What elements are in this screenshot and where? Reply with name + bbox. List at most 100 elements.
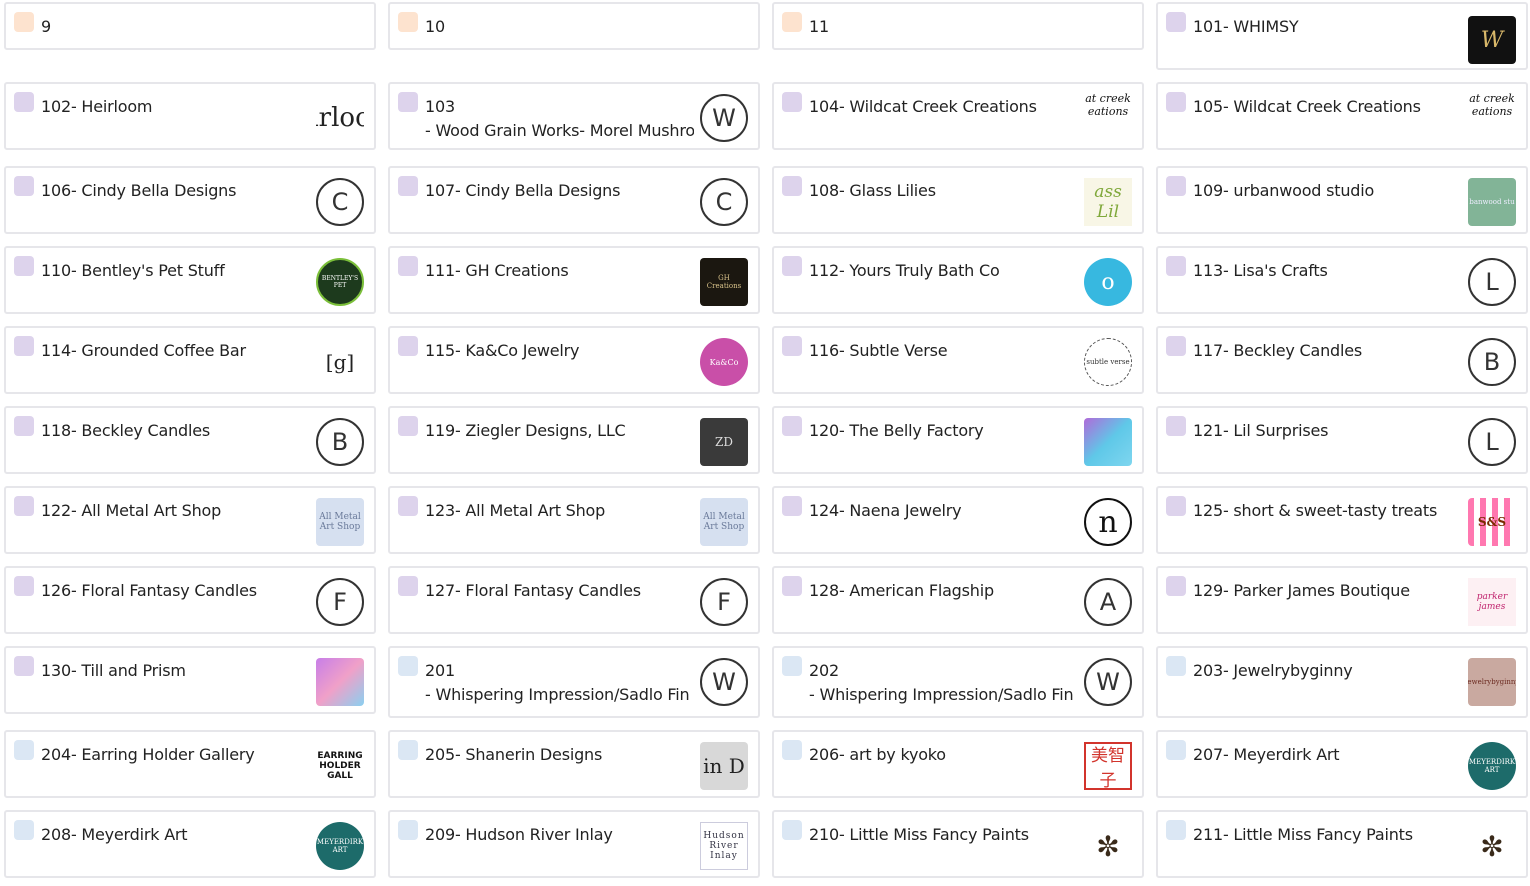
card-202[interactable]: 202 - Whispering Impression/Sadlo Fin W xyxy=(772,646,1144,718)
card-checkbox[interactable] xyxy=(398,496,418,516)
card-checkbox[interactable] xyxy=(14,740,34,760)
card-label: 105- Wildcat Creek Creations xyxy=(1193,97,1421,116)
card-130[interactable]: 130- Till and Prism xyxy=(4,646,376,714)
card-checkbox[interactable] xyxy=(398,656,418,676)
card-checkbox[interactable] xyxy=(1166,176,1186,196)
card-122[interactable]: 122- All Metal Art Shop All Metal Art Sh… xyxy=(4,486,376,554)
card-102[interactable]: 102- Heirloom irloc xyxy=(4,82,376,150)
card-checkbox[interactable] xyxy=(1166,256,1186,276)
card-9[interactable]: 9 xyxy=(4,2,376,50)
card-checkbox[interactable] xyxy=(14,176,34,196)
card-207[interactable]: 207- Meyerdirk Art MEYERDIRK ART xyxy=(1156,730,1528,798)
card-128[interactable]: 128- American Flagship A xyxy=(772,566,1144,634)
card-110[interactable]: 110- Bentley's Pet Stuff BENTLEY'S PET xyxy=(4,246,376,314)
card-checkbox[interactable] xyxy=(782,92,802,112)
card-101[interactable]: 101- WHIMSY W xyxy=(1156,2,1528,70)
card-checkbox[interactable] xyxy=(1166,12,1186,32)
card-209[interactable]: 209- Hudson River Inlay Hudson River Inl… xyxy=(388,810,760,878)
card-label: 121- Lil Surprises xyxy=(1193,421,1329,440)
card-checkbox[interactable] xyxy=(782,176,802,196)
card-210[interactable]: 210- Little Miss Fancy Paints ✼ xyxy=(772,810,1144,878)
card-120[interactable]: 120- The Belly Factory xyxy=(772,406,1144,474)
card-112[interactable]: 112- Yours Truly Bath Co o xyxy=(772,246,1144,314)
card-211[interactable]: 211- Little Miss Fancy Paints ✼ xyxy=(1156,810,1528,878)
card-checkbox[interactable] xyxy=(14,820,34,840)
card-checkbox[interactable] xyxy=(782,416,802,436)
card-checkbox[interactable] xyxy=(14,336,34,356)
card-111[interactable]: 111- GH Creations GH Creations xyxy=(388,246,760,314)
card-checkbox[interactable] xyxy=(14,656,34,676)
card-label: 206- art by kyoko xyxy=(809,745,946,764)
card-125[interactable]: 125- short & sweet-tasty treats S&S xyxy=(1156,486,1528,554)
card-checkbox[interactable] xyxy=(1166,496,1186,516)
card-label-line1: 103 xyxy=(425,97,455,116)
card-104[interactable]: 104- Wildcat Creek Creations at creek ea… xyxy=(772,82,1144,150)
card-label: 109- urbanwood studio xyxy=(1193,181,1375,200)
card-checkbox[interactable] xyxy=(398,256,418,276)
card-checkbox[interactable] xyxy=(398,820,418,840)
card-checkbox[interactable] xyxy=(1166,740,1186,760)
card-checkbox[interactable] xyxy=(1166,416,1186,436)
card-checkbox[interactable] xyxy=(782,656,802,676)
card-108[interactable]: 108- Glass Lilies ass Lil xyxy=(772,166,1144,234)
card-label: 103 - Wood Grain Works- Morel Mushro xyxy=(425,95,694,143)
card-checkbox[interactable] xyxy=(14,92,34,112)
card-checkbox[interactable] xyxy=(1166,656,1186,676)
card-checkbox[interactable] xyxy=(14,496,34,516)
card-129[interactable]: 129- Parker James Boutique parker james xyxy=(1156,566,1528,634)
card-checkbox[interactable] xyxy=(14,576,34,596)
card-206[interactable]: 206- art by kyoko 美智 子 xyxy=(772,730,1144,798)
card-checkbox[interactable] xyxy=(398,336,418,356)
card-113[interactable]: 113- Lisa's Crafts L xyxy=(1156,246,1528,314)
card-116[interactable]: 116- Subtle Verse subtle verse xyxy=(772,326,1144,394)
card-checkbox[interactable] xyxy=(14,416,34,436)
card-123[interactable]: 123- All Metal Art Shop All Metal Art Sh… xyxy=(388,486,760,554)
card-checkbox[interactable] xyxy=(398,740,418,760)
card-label: 209- Hudson River Inlay xyxy=(425,825,613,844)
card-204[interactable]: 204- Earring Holder Gallery EARRING HOLD… xyxy=(4,730,376,798)
card-124[interactable]: 124- Naena Jewelry n xyxy=(772,486,1144,554)
card-checkbox[interactable] xyxy=(1166,336,1186,356)
card-119[interactable]: 119- Ziegler Designs, LLC ZD xyxy=(388,406,760,474)
card-checkbox[interactable] xyxy=(782,256,802,276)
card-205[interactable]: 205- Shanerin Designs in D xyxy=(388,730,760,798)
card-checkbox[interactable] xyxy=(782,336,802,356)
card-checkbox[interactable] xyxy=(14,12,34,32)
card-checkbox[interactable] xyxy=(1166,576,1186,596)
card-label: 108- Glass Lilies xyxy=(809,181,936,200)
card-127[interactable]: 127- Floral Fantasy Candles F xyxy=(388,566,760,634)
card-checkbox[interactable] xyxy=(398,176,418,196)
card-checkbox[interactable] xyxy=(398,576,418,596)
card-11[interactable]: 11 xyxy=(772,2,1144,50)
card-checkbox[interactable] xyxy=(782,496,802,516)
card-checkbox[interactable] xyxy=(14,256,34,276)
card-label: 130- Till and Prism xyxy=(41,661,186,680)
avatar-initial: L xyxy=(1468,258,1516,306)
card-103[interactable]: 103 - Wood Grain Works- Morel Mushro W xyxy=(388,82,760,150)
card-121[interactable]: 121- Lil Surprises L xyxy=(1156,406,1528,474)
card-checkbox[interactable] xyxy=(398,416,418,436)
card-117[interactable]: 117- Beckley Candles B xyxy=(1156,326,1528,394)
card-label: 107- Cindy Bella Designs xyxy=(425,181,621,200)
card-checkbox[interactable] xyxy=(782,820,802,840)
card-10[interactable]: 10 xyxy=(388,2,760,50)
card-label: 201 - Whispering Impression/Sadlo Fin xyxy=(425,659,694,707)
card-107[interactable]: 107- Cindy Bella Designs C xyxy=(388,166,760,234)
card-106[interactable]: 106- Cindy Bella Designs C xyxy=(4,166,376,234)
card-208[interactable]: 208- Meyerdirk Art MEYERDIRK ART xyxy=(4,810,376,878)
card-checkbox[interactable] xyxy=(782,12,802,32)
card-checkbox[interactable] xyxy=(1166,92,1186,112)
card-105[interactable]: 105- Wildcat Creek Creations at creek ea… xyxy=(1156,82,1528,150)
card-109[interactable]: 109- urbanwood studio banwood stu xyxy=(1156,166,1528,234)
card-checkbox[interactable] xyxy=(1166,820,1186,840)
card-checkbox[interactable] xyxy=(782,576,802,596)
card-126[interactable]: 126- Floral Fantasy Candles F xyxy=(4,566,376,634)
card-checkbox[interactable] xyxy=(782,740,802,760)
card-118[interactable]: 118- Beckley Candles B xyxy=(4,406,376,474)
card-203[interactable]: 203- Jewelrybyginny Jewelrybyginny xyxy=(1156,646,1528,718)
card-checkbox[interactable] xyxy=(398,92,418,112)
card-201[interactable]: 201 - Whispering Impression/Sadlo Fin W xyxy=(388,646,760,718)
card-114[interactable]: 114- Grounded Coffee Bar [g] xyxy=(4,326,376,394)
card-checkbox[interactable] xyxy=(398,12,418,32)
card-115[interactable]: 115- Ka&Co Jewelry Ka&Co xyxy=(388,326,760,394)
